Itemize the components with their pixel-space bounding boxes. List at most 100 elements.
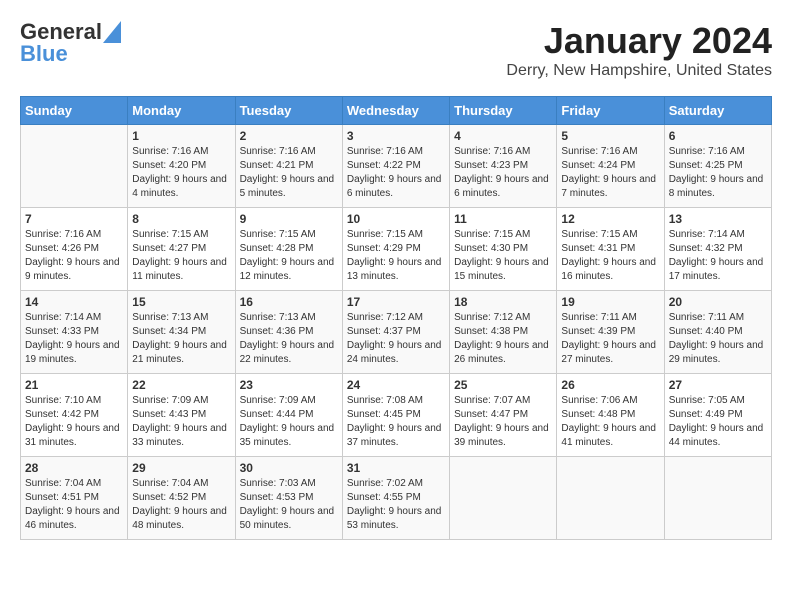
calendar-cell: 5 Sunrise: 7:16 AM Sunset: 4:24 PM Dayli… [557, 125, 664, 208]
day-number: 2 [240, 129, 338, 143]
day-number: 17 [347, 295, 445, 309]
calendar-cell: 4 Sunrise: 7:16 AM Sunset: 4:23 PM Dayli… [450, 125, 557, 208]
sunrise-text: Sunrise: 7:06 AM [561, 394, 659, 408]
calendar-cell: 2 Sunrise: 7:16 AM Sunset: 4:21 PM Dayli… [235, 125, 342, 208]
calendar-cell: 6 Sunrise: 7:16 AM Sunset: 4:25 PM Dayli… [664, 125, 771, 208]
daylight-text: Daylight: 9 hours and 4 minutes. [132, 173, 230, 201]
sunset-text: Sunset: 4:39 PM [561, 325, 659, 339]
sunset-text: Sunset: 4:33 PM [25, 325, 123, 339]
calendar-cell: 13 Sunrise: 7:14 AM Sunset: 4:32 PM Dayl… [664, 208, 771, 291]
sunrise-text: Sunrise: 7:15 AM [132, 228, 230, 242]
sunset-text: Sunset: 4:25 PM [669, 159, 767, 173]
sunset-text: Sunset: 4:27 PM [132, 242, 230, 256]
calendar-cell: 16 Sunrise: 7:13 AM Sunset: 4:36 PM Dayl… [235, 291, 342, 374]
daylight-text: Daylight: 9 hours and 26 minutes. [454, 339, 552, 367]
sunrise-text: Sunrise: 7:14 AM [25, 311, 123, 325]
daylight-text: Daylight: 9 hours and 48 minutes. [132, 505, 230, 533]
sunset-text: Sunset: 4:21 PM [240, 159, 338, 173]
sunrise-text: Sunrise: 7:16 AM [132, 145, 230, 159]
daylight-text: Daylight: 9 hours and 46 minutes. [25, 505, 123, 533]
day-number: 30 [240, 461, 338, 475]
sunrise-text: Sunrise: 7:15 AM [454, 228, 552, 242]
month-year-title: January 2024 [506, 20, 772, 62]
day-number: 8 [132, 212, 230, 226]
calendar-cell: 9 Sunrise: 7:15 AM Sunset: 4:28 PM Dayli… [235, 208, 342, 291]
daylight-text: Daylight: 9 hours and 27 minutes. [561, 339, 659, 367]
calendar-cell [557, 457, 664, 540]
calendar-cell: 29 Sunrise: 7:04 AM Sunset: 4:52 PM Dayl… [128, 457, 235, 540]
sunset-text: Sunset: 4:51 PM [25, 491, 123, 505]
calendar-cell: 10 Sunrise: 7:15 AM Sunset: 4:29 PM Dayl… [342, 208, 449, 291]
sunrise-text: Sunrise: 7:16 AM [669, 145, 767, 159]
day-number: 9 [240, 212, 338, 226]
day-number: 10 [347, 212, 445, 226]
sunrise-text: Sunrise: 7:09 AM [132, 394, 230, 408]
daylight-text: Daylight: 9 hours and 44 minutes. [669, 422, 767, 450]
calendar-header-row: SundayMondayTuesdayWednesdayThursdayFrid… [21, 97, 772, 125]
sunrise-text: Sunrise: 7:15 AM [347, 228, 445, 242]
sunset-text: Sunset: 4:52 PM [132, 491, 230, 505]
calendar-week-row: 28 Sunrise: 7:04 AM Sunset: 4:51 PM Dayl… [21, 457, 772, 540]
sunrise-text: Sunrise: 7:04 AM [132, 477, 230, 491]
daylight-text: Daylight: 9 hours and 35 minutes. [240, 422, 338, 450]
day-number: 18 [454, 295, 552, 309]
calendar-cell: 12 Sunrise: 7:15 AM Sunset: 4:31 PM Dayl… [557, 208, 664, 291]
sunset-text: Sunset: 4:49 PM [669, 408, 767, 422]
sunrise-text: Sunrise: 7:16 AM [347, 145, 445, 159]
calendar-cell [450, 457, 557, 540]
sunrise-text: Sunrise: 7:16 AM [561, 145, 659, 159]
daylight-text: Daylight: 9 hours and 7 minutes. [561, 173, 659, 201]
sunset-text: Sunset: 4:38 PM [454, 325, 552, 339]
calendar-cell: 26 Sunrise: 7:06 AM Sunset: 4:48 PM Dayl… [557, 374, 664, 457]
daylight-text: Daylight: 9 hours and 13 minutes. [347, 256, 445, 284]
calendar-cell [21, 125, 128, 208]
calendar-cell: 17 Sunrise: 7:12 AM Sunset: 4:37 PM Dayl… [342, 291, 449, 374]
day-number: 27 [669, 378, 767, 392]
day-number: 24 [347, 378, 445, 392]
sunrise-text: Sunrise: 7:16 AM [240, 145, 338, 159]
daylight-text: Daylight: 9 hours and 12 minutes. [240, 256, 338, 284]
daylight-text: Daylight: 9 hours and 29 minutes. [669, 339, 767, 367]
calendar-cell: 1 Sunrise: 7:16 AM Sunset: 4:20 PM Dayli… [128, 125, 235, 208]
calendar-cell: 11 Sunrise: 7:15 AM Sunset: 4:30 PM Dayl… [450, 208, 557, 291]
location-subtitle: Derry, New Hampshire, United States [506, 62, 772, 80]
day-number: 5 [561, 129, 659, 143]
logo-text-blue: Blue [20, 42, 121, 66]
daylight-text: Daylight: 9 hours and 24 minutes. [347, 339, 445, 367]
sunset-text: Sunset: 4:45 PM [347, 408, 445, 422]
sunset-text: Sunset: 4:48 PM [561, 408, 659, 422]
day-number: 26 [561, 378, 659, 392]
calendar-header-saturday: Saturday [664, 97, 771, 125]
calendar-cell: 18 Sunrise: 7:12 AM Sunset: 4:38 PM Dayl… [450, 291, 557, 374]
day-number: 22 [132, 378, 230, 392]
daylight-text: Daylight: 9 hours and 31 minutes. [25, 422, 123, 450]
calendar-cell: 7 Sunrise: 7:16 AM Sunset: 4:26 PM Dayli… [21, 208, 128, 291]
sunrise-text: Sunrise: 7:02 AM [347, 477, 445, 491]
calendar-cell: 27 Sunrise: 7:05 AM Sunset: 4:49 PM Dayl… [664, 374, 771, 457]
calendar-table: SundayMondayTuesdayWednesdayThursdayFrid… [20, 96, 772, 540]
calendar-cell: 28 Sunrise: 7:04 AM Sunset: 4:51 PM Dayl… [21, 457, 128, 540]
sunset-text: Sunset: 4:43 PM [132, 408, 230, 422]
calendar-cell: 15 Sunrise: 7:13 AM Sunset: 4:34 PM Dayl… [128, 291, 235, 374]
calendar-cell: 21 Sunrise: 7:10 AM Sunset: 4:42 PM Dayl… [21, 374, 128, 457]
calendar-header-thursday: Thursday [450, 97, 557, 125]
title-block: January 2024 Derry, New Hampshire, Unite… [506, 20, 772, 80]
day-number: 11 [454, 212, 552, 226]
daylight-text: Daylight: 9 hours and 39 minutes. [454, 422, 552, 450]
sunset-text: Sunset: 4:55 PM [347, 491, 445, 505]
daylight-text: Daylight: 9 hours and 6 minutes. [347, 173, 445, 201]
sunrise-text: Sunrise: 7:12 AM [454, 311, 552, 325]
sunset-text: Sunset: 4:29 PM [347, 242, 445, 256]
sunrise-text: Sunrise: 7:07 AM [454, 394, 552, 408]
daylight-text: Daylight: 9 hours and 9 minutes. [25, 256, 123, 284]
daylight-text: Daylight: 9 hours and 17 minutes. [669, 256, 767, 284]
day-number: 25 [454, 378, 552, 392]
daylight-text: Daylight: 9 hours and 8 minutes. [669, 173, 767, 201]
sunset-text: Sunset: 4:40 PM [669, 325, 767, 339]
logo: General Blue [20, 20, 121, 66]
calendar-week-row: 1 Sunrise: 7:16 AM Sunset: 4:20 PM Dayli… [21, 125, 772, 208]
sunrise-text: Sunrise: 7:04 AM [25, 477, 123, 491]
sunrise-text: Sunrise: 7:10 AM [25, 394, 123, 408]
day-number: 6 [669, 129, 767, 143]
sunrise-text: Sunrise: 7:09 AM [240, 394, 338, 408]
